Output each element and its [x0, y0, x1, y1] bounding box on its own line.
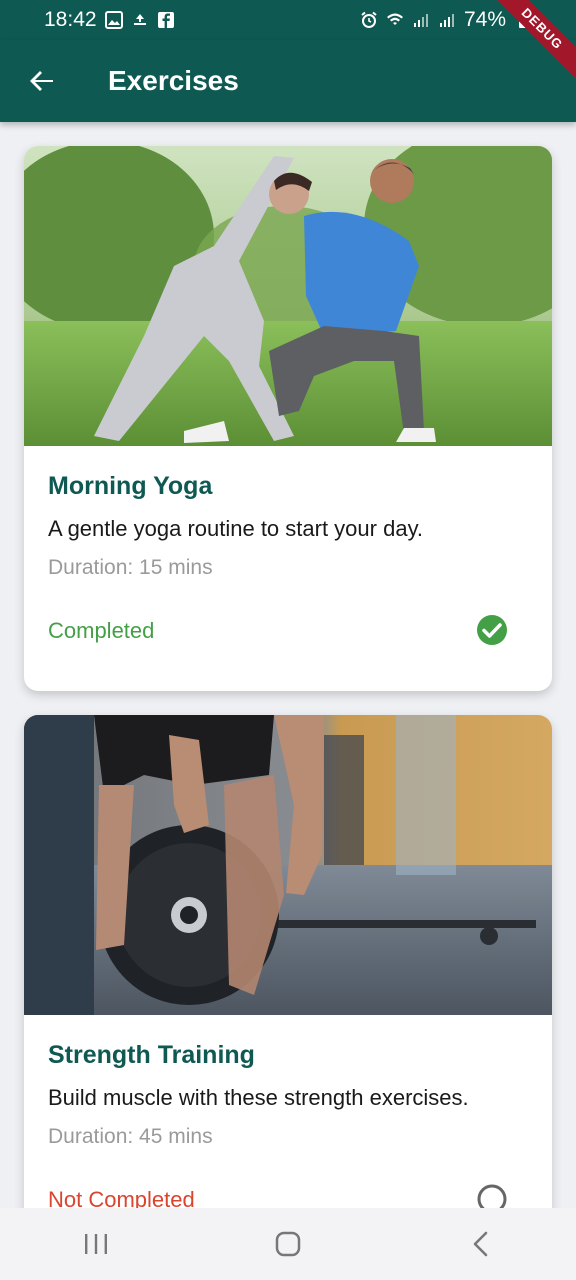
home-icon	[275, 1231, 301, 1257]
exercise-duration: Duration: 15 mins	[48, 556, 213, 579]
alarm-icon	[361, 11, 377, 28]
exercise-card[interactable]: Strength Training Build muscle with thes…	[24, 715, 552, 1208]
status-bar: 18:42 74%	[0, 0, 576, 40]
exercise-image-yoga	[24, 146, 552, 446]
page-title: Exercises	[108, 65, 239, 96]
exercise-description: A gentle yoga routine to start your day.	[48, 516, 424, 541]
exercise-card[interactable]: Morning Yoga A gentle yoga routine to st…	[24, 146, 552, 691]
chevron-left-icon	[473, 1231, 488, 1257]
exercise-status: Not Completed	[48, 1187, 195, 1208]
card-body: Morning Yoga A gentle yoga routine to st…	[24, 446, 552, 691]
battery-percent: 74%	[463, 8, 506, 31]
system-nav-bar	[0, 1208, 576, 1280]
status-right: 74%	[360, 8, 532, 32]
gallery-icon	[104, 11, 123, 29]
card-body: Strength Training Build muscle with thes…	[24, 1015, 552, 1208]
wifi-icon	[386, 13, 403, 25]
cloud-upload-icon	[133, 14, 146, 25]
recent-apps-button[interactable]	[66, 1219, 126, 1269]
status-time: 18:42	[44, 8, 97, 31]
facebook-icon	[157, 12, 174, 28]
home-button[interactable]	[258, 1219, 318, 1269]
exercise-title: Strength Training	[48, 1041, 255, 1069]
app-bar: Exercises	[0, 40, 576, 122]
status-left: 18:42	[44, 8, 175, 32]
unchecked-circle-icon[interactable]	[476, 1183, 508, 1208]
back-button[interactable]	[22, 61, 62, 101]
signal-2-icon	[439, 14, 454, 27]
exercise-title: Morning Yoga	[48, 472, 213, 500]
check-circle-icon[interactable]	[476, 614, 508, 646]
exercise-list[interactable]: Morning Yoga A gentle yoga routine to st…	[0, 122, 576, 1208]
signal-icon	[413, 14, 428, 27]
recent-apps-icon	[85, 1234, 107, 1254]
exercise-image-strength	[24, 715, 552, 1015]
arrow-back-icon	[30, 71, 53, 91]
exercise-duration: Duration: 45 mins	[48, 1125, 213, 1148]
exercise-status: Completed	[48, 618, 155, 643]
exercise-description: Build muscle with these strength exercis…	[48, 1085, 469, 1110]
system-back-button[interactable]	[450, 1219, 510, 1269]
